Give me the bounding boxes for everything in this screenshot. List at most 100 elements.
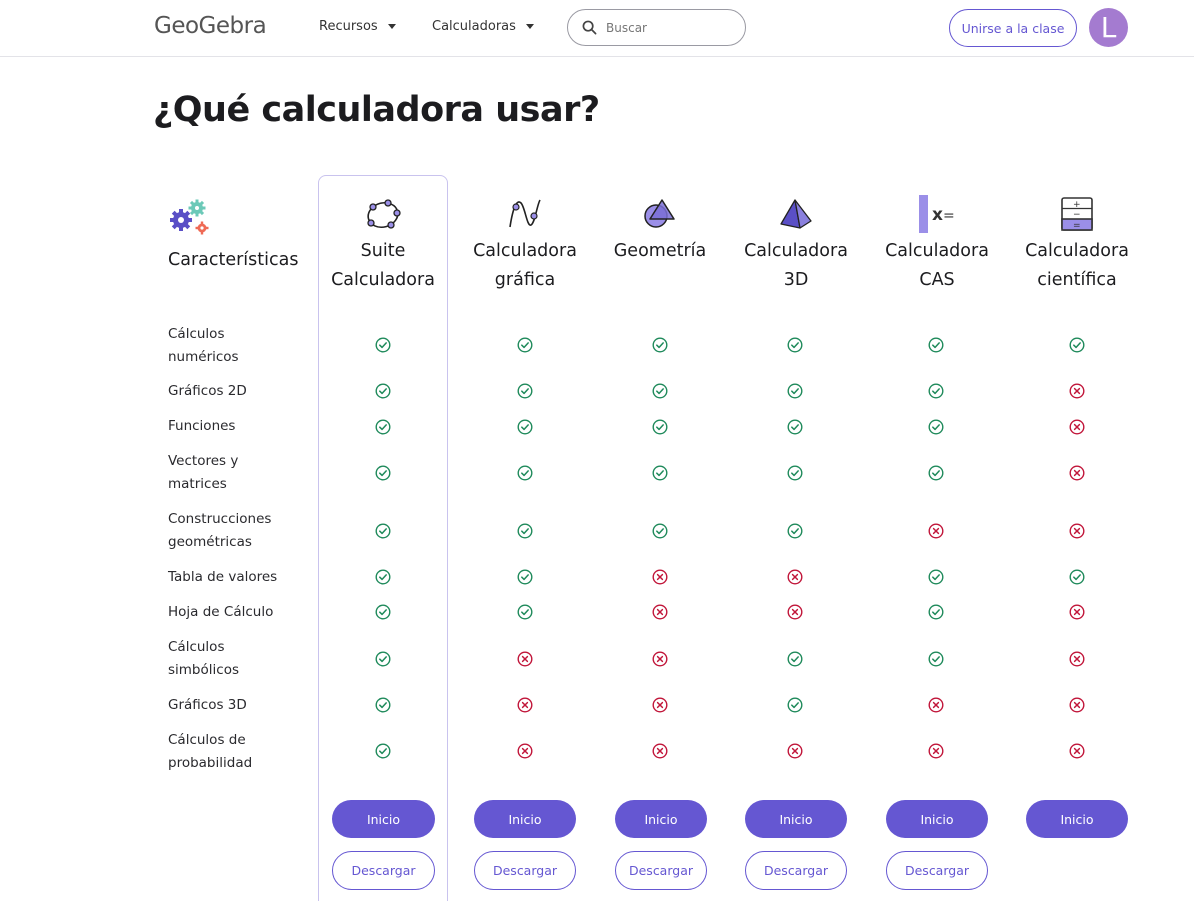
geogebra-logo[interactable]: GeoGebra xyxy=(154,13,267,39)
start-button-graphing[interactable]: Inicio xyxy=(474,800,576,838)
cross-circle-icon xyxy=(652,743,668,759)
check-circle-icon xyxy=(787,697,803,713)
logo-text: GeoGebra xyxy=(154,13,267,39)
app-name-line2: 3D xyxy=(783,270,809,290)
check-circle-icon xyxy=(517,604,533,620)
start-button-cas[interactable]: Inicio xyxy=(886,800,988,838)
app-name-line1: Calculadora xyxy=(885,241,989,261)
cross-circle-icon xyxy=(652,604,668,620)
cross-circle-icon xyxy=(1069,743,1085,759)
check-circle-icon xyxy=(787,337,803,353)
app-header-geometry: Geometría xyxy=(595,195,725,266)
feature-label-line1: Tabla de valores xyxy=(168,569,278,585)
download-button-graphing[interactable]: Descargar xyxy=(474,851,576,890)
download-label: Descargar xyxy=(492,863,557,878)
check-circle-icon xyxy=(375,337,391,353)
nav-menu-calculadoras[interactable]: Calculadoras xyxy=(432,19,534,34)
feature-label-line2: geométricas xyxy=(168,533,252,550)
cross-circle-icon xyxy=(928,523,944,539)
app-name-line1: Calculadora xyxy=(473,241,577,261)
cross-circle-icon xyxy=(1069,465,1085,481)
search-box[interactable] xyxy=(567,9,746,46)
svg-text:+: + xyxy=(1073,200,1081,210)
suite-pentagon-icon xyxy=(367,199,401,229)
check-circle-icon xyxy=(787,465,803,481)
download-button-3d[interactable]: Descargar xyxy=(745,851,847,890)
check-circle-icon xyxy=(375,651,391,667)
check-circle-icon xyxy=(787,419,803,435)
check-circle-icon xyxy=(928,604,944,620)
check-circle-icon xyxy=(517,569,533,585)
check-circle-icon xyxy=(375,419,391,435)
feature-label-line1: Construcciones xyxy=(168,511,272,527)
app-name-line2: Calculadora xyxy=(331,270,435,290)
check-circle-icon xyxy=(375,697,391,713)
download-label: Descargar xyxy=(763,863,828,878)
cross-circle-icon xyxy=(517,651,533,667)
cross-circle-icon xyxy=(1069,697,1085,713)
cross-circle-icon xyxy=(787,743,803,759)
cross-circle-icon xyxy=(652,651,668,667)
app-header-cas: x = Calculadora CAS xyxy=(872,195,1002,295)
feature-label: Cálculos de probabilidad xyxy=(168,729,308,774)
check-circle-icon xyxy=(375,465,391,481)
check-circle-icon xyxy=(652,419,668,435)
check-circle-icon xyxy=(517,465,533,481)
check-circle-icon xyxy=(517,419,533,435)
check-circle-icon xyxy=(652,337,668,353)
cross-circle-icon xyxy=(928,743,944,759)
download-button-cas[interactable]: Descargar xyxy=(886,851,988,890)
user-avatar[interactable]: L xyxy=(1089,8,1128,47)
geometry-shapes-icon xyxy=(644,199,675,228)
check-circle-icon xyxy=(375,523,391,539)
download-button-geometry[interactable]: Descargar xyxy=(615,851,707,890)
cross-circle-icon xyxy=(1069,604,1085,620)
check-circle-icon xyxy=(928,337,944,353)
download-label: Descargar xyxy=(904,863,969,878)
cross-circle-icon xyxy=(787,604,803,620)
svg-text:=: = xyxy=(1073,221,1081,231)
feature-label: Gráficos 3D xyxy=(168,694,308,717)
start-button-suite[interactable]: Inicio xyxy=(332,800,435,838)
scientific-calculator-icon: + − = xyxy=(1061,197,1093,231)
start-button-geometry[interactable]: Inicio xyxy=(615,800,707,838)
start-button-scientific[interactable]: Inicio xyxy=(1026,800,1128,838)
check-circle-icon xyxy=(928,465,944,481)
feature-label-line2: simbólicos xyxy=(168,661,239,678)
feature-label: Tabla de valores xyxy=(168,566,308,589)
cross-circle-icon xyxy=(1069,419,1085,435)
nav-menu-recursos[interactable]: Recursos xyxy=(319,19,396,34)
feature-label: Cálculos simbólicos xyxy=(168,636,308,681)
download-button-suite[interactable]: Descargar xyxy=(332,851,435,890)
feature-label-line2: numéricos xyxy=(168,348,239,365)
cross-circle-icon xyxy=(1069,383,1085,399)
app-name-line2: CAS xyxy=(919,270,955,290)
join-class-button[interactable]: Unirse a la clase xyxy=(949,9,1077,47)
start-button-3d[interactable]: Inicio xyxy=(745,800,847,838)
check-circle-icon xyxy=(787,383,803,399)
check-circle-icon xyxy=(652,465,668,481)
app-name-line2: gráfica xyxy=(494,270,556,290)
check-circle-icon xyxy=(375,383,391,399)
download-label: Descargar xyxy=(628,863,693,878)
start-label: Inicio xyxy=(779,811,813,827)
check-circle-icon xyxy=(517,523,533,539)
feature-label: Construcciones geométricas xyxy=(168,508,308,553)
cross-circle-icon xyxy=(517,743,533,759)
chevron-down-icon xyxy=(387,24,396,29)
chevron-down-icon xyxy=(525,24,534,29)
feature-label-line2: matrices xyxy=(168,475,227,492)
search-icon xyxy=(582,20,597,35)
feature-label-line1: Cálculos xyxy=(168,639,225,655)
feature-label: Cálculos numéricos xyxy=(168,323,308,368)
app-name-line1: Calculadora xyxy=(1025,241,1129,261)
cross-circle-icon xyxy=(928,697,944,713)
svg-text:−: − xyxy=(1073,210,1081,220)
nav-menu-label: Recursos xyxy=(319,19,378,34)
feature-label-line1: Hoja de Cálculo xyxy=(168,604,274,620)
graphing-curve-icon xyxy=(509,199,541,228)
avatar-initial: L xyxy=(1100,11,1117,44)
feature-label-line1: Funciones xyxy=(168,418,236,434)
search-input[interactable] xyxy=(606,20,736,35)
features-heading: Características xyxy=(168,250,299,270)
